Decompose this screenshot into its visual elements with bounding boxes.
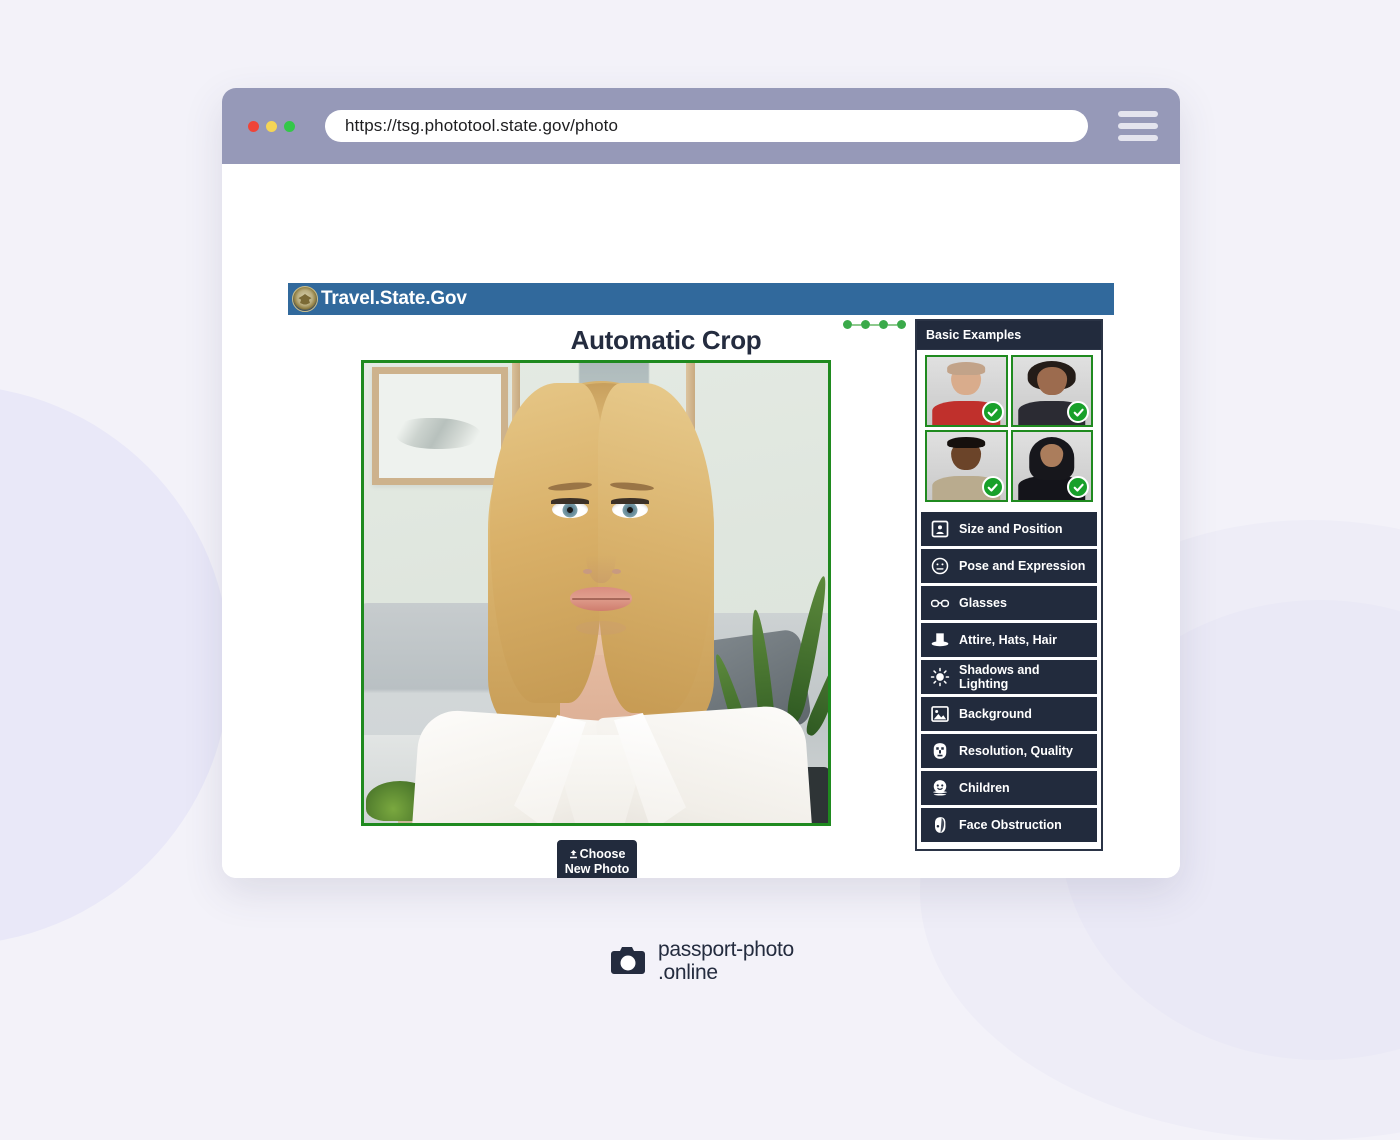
sidebar-item-children[interactable]: Children bbox=[921, 771, 1097, 805]
maximize-window-button[interactable] bbox=[284, 120, 295, 132]
pose-expression-icon bbox=[930, 556, 950, 576]
sidebar-item-label: Face Obstruction bbox=[959, 818, 1062, 832]
close-window-button[interactable] bbox=[248, 120, 259, 132]
sidebar-item-label: Size and Position bbox=[959, 522, 1063, 536]
basic-examples-grid bbox=[917, 350, 1101, 510]
glasses-icon bbox=[930, 593, 950, 613]
page-content: Travel.State.Gov Automatic Crop Choose N… bbox=[222, 164, 1180, 878]
approved-check-icon bbox=[981, 476, 1004, 498]
background-decoration-left bbox=[0, 385, 230, 945]
browser-toolbar: https://tsg.phototool.state.gov/photo bbox=[222, 88, 1180, 164]
resolution-face-icon bbox=[930, 741, 950, 761]
site-title: Travel.State.Gov bbox=[321, 288, 467, 309]
user-portrait-photo bbox=[364, 363, 828, 823]
sidebar-item-pose-and-expression[interactable]: Pose and Expression bbox=[921, 549, 1097, 583]
choose-button-line2: New Photo bbox=[564, 861, 630, 876]
guidelines-sidebar: Basic Examples Size and Position Pose an… bbox=[915, 319, 1103, 851]
sidebar-item-label: Pose and Expression bbox=[959, 559, 1086, 573]
cropped-photo-preview bbox=[361, 360, 831, 826]
sidebar-item-size-and-position[interactable]: Size and Position bbox=[921, 512, 1097, 546]
brand-line-1: passport-photo bbox=[658, 938, 794, 961]
approved-check-icon bbox=[981, 401, 1004, 423]
camera-icon bbox=[610, 946, 646, 976]
address-bar-input[interactable]: https://tsg.phototool.state.gov/photo bbox=[325, 110, 1088, 142]
choose-new-photo-button[interactable]: Choose New Photo bbox=[557, 840, 637, 878]
hamburger-menu-icon[interactable] bbox=[1118, 109, 1158, 143]
sidebar-item-background[interactable]: Background bbox=[921, 697, 1097, 731]
minimize-window-button[interactable] bbox=[266, 120, 277, 132]
sidebar-item-label: Resolution, Quality bbox=[959, 744, 1073, 758]
sidebar-item-label: Attire, Hats, Hair bbox=[959, 633, 1057, 647]
baby-icon bbox=[930, 778, 950, 798]
approved-check-icon bbox=[1067, 401, 1089, 423]
browser-window: https://tsg.phototool.state.gov/photo Tr… bbox=[222, 88, 1180, 878]
site-header: Travel.State.Gov bbox=[288, 283, 1114, 315]
example-photo-4[interactable] bbox=[1010, 430, 1093, 502]
upload-icon bbox=[569, 848, 578, 858]
sidebar-item-label: Children bbox=[959, 781, 1010, 795]
image-icon bbox=[930, 704, 950, 724]
sidebar-item-label: Shadows and Lighting bbox=[959, 663, 1040, 691]
sidebar-item-face-obstruction[interactable]: Face Obstruction bbox=[921, 808, 1097, 842]
basic-examples-title: Basic Examples bbox=[917, 321, 1101, 350]
sidebar-item-shadows-and-lighting[interactable]: Shadows and Lighting bbox=[921, 660, 1097, 694]
brand-name: passport-photo .online bbox=[658, 938, 794, 984]
sun-icon bbox=[930, 667, 950, 687]
face-obstruction-icon bbox=[930, 815, 950, 835]
sidebar-item-label: Glasses bbox=[959, 596, 1007, 610]
sidebar-item-label: Background bbox=[959, 707, 1032, 721]
size-position-icon bbox=[930, 519, 950, 539]
site-brand-footer: passport-photo .online bbox=[610, 938, 794, 984]
hat-icon bbox=[930, 630, 950, 650]
guidelines-menu: Size and Position Pose and Expression Gl… bbox=[917, 510, 1101, 849]
state-department-seal-icon bbox=[292, 286, 318, 312]
sidebar-item-attire-hats-hair[interactable]: Attire, Hats, Hair bbox=[921, 623, 1097, 657]
choose-button-line1: Choose bbox=[579, 846, 626, 861]
brand-line-2: .online bbox=[658, 961, 718, 984]
example-photo-3[interactable] bbox=[925, 430, 1008, 502]
approved-check-icon bbox=[1067, 476, 1089, 498]
window-traffic-lights bbox=[248, 120, 295, 132]
example-photo-1[interactable] bbox=[925, 355, 1008, 427]
example-photo-2[interactable] bbox=[1010, 355, 1093, 427]
sidebar-item-glasses[interactable]: Glasses bbox=[921, 586, 1097, 620]
sidebar-item-resolution-quality[interactable]: Resolution, Quality bbox=[921, 734, 1097, 768]
page-title: Automatic Crop bbox=[570, 325, 762, 355]
